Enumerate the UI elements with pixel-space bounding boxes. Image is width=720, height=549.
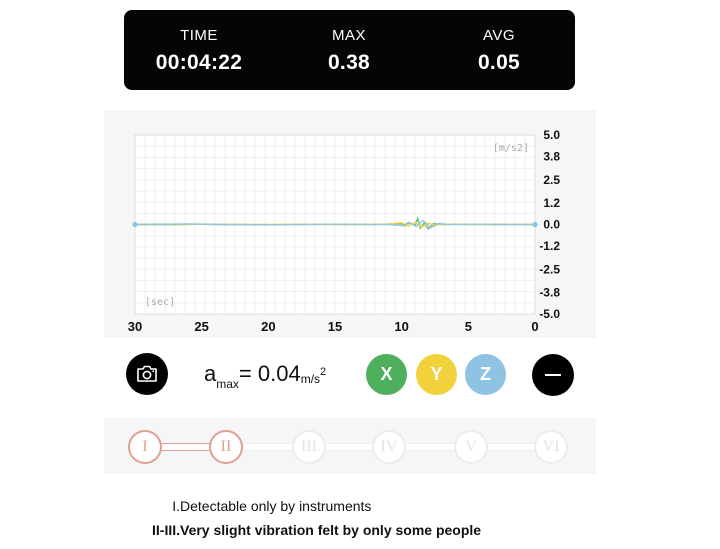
camera-icon: [137, 365, 157, 382]
collapse-button[interactable]: [532, 354, 574, 396]
y-tick-label: -5.0: [539, 307, 560, 321]
stat-label: MAX: [331, 27, 366, 44]
amax-unit-exponent: 2: [320, 366, 327, 378]
description-text: Very slight vibration felt by only some …: [180, 522, 482, 538]
vibration-meter-screen: TIME 00:04:22 MAX 0.38 AVG 0.05 [m/s2] [s…: [104, 0, 596, 549]
x-tick-label: 0: [531, 319, 538, 334]
axis-y-label: Y: [430, 364, 443, 384]
scale-node-label: VI: [542, 438, 560, 455]
y-tick-label: -1.2: [539, 239, 560, 253]
series-start-marker: [132, 221, 138, 228]
scale-node-3[interactable]: III: [292, 430, 326, 464]
scale-node-2[interactable]: II: [209, 430, 243, 464]
scale-node-label: I: [142, 438, 148, 455]
amax-unit: m/s: [300, 372, 321, 386]
intensity-scale: I II III IV V VI: [104, 418, 596, 474]
minus-icon: [545, 374, 561, 376]
x-tick-label: 15: [328, 319, 342, 334]
stat-label: AVG: [482, 27, 516, 44]
vibration-chart: [m/s2] [sec] 5.0 3.8 2.5 1.2 0.0 -1.2 -2.5 -3.8 -5…: [104, 110, 596, 338]
stat-value: 00:04:22: [155, 51, 243, 74]
scale-node-1[interactable]: I: [128, 430, 162, 464]
amax-value: = 0.04: [238, 361, 301, 386]
x-tick-label: 30: [128, 319, 142, 334]
scale-node-label: V: [465, 438, 477, 455]
scale-node-5[interactable]: V: [454, 430, 488, 464]
y-tick-label: 2.5: [543, 173, 560, 187]
scale-node-6[interactable]: VI: [534, 430, 568, 464]
description-text: Detectable only by instruments: [180, 498, 372, 514]
vibration-chart-svg: [m/s2] [sec] 5.0 3.8 2.5 1.2 0.0 -1.2 -2.5 -3.8 -5…: [128, 128, 561, 334]
x-tick-label: 25: [194, 319, 208, 334]
axis-y-toggle[interactable]: Y: [416, 354, 457, 395]
scale-node-label: II: [220, 438, 232, 455]
camera-button[interactable]: [126, 353, 168, 395]
scale-node-4[interactable]: IV: [372, 430, 406, 464]
y-tick-label: 0.0: [543, 218, 560, 232]
y-tick-label: -2.5: [539, 262, 560, 276]
y-tick-label: 5.0: [543, 128, 560, 142]
stat-value: 0.05: [477, 51, 521, 74]
amax-letter: a: [204, 361, 217, 386]
y-tick-label: -3.8: [539, 286, 560, 300]
y-axis-unit-label: [m/s2]: [493, 143, 529, 154]
axis-z-toggle[interactable]: Z: [465, 354, 506, 395]
amax-subscript: max: [216, 377, 239, 391]
stat-value: 0.38: [327, 51, 371, 74]
x-tick-label: 10: [394, 319, 408, 334]
y-tick-label: 3.8: [543, 149, 560, 163]
amax-readout: amax= 0.04m/s2: [204, 361, 326, 391]
x-tick-label: 5: [465, 319, 472, 334]
y-tick-label: 1.2: [543, 196, 560, 210]
axis-x-label: X: [380, 364, 393, 384]
series-end-marker: [532, 221, 538, 228]
controls-row: amax= 0.04m/s2 X Y Z: [104, 345, 596, 405]
axis-z-label: Z: [480, 364, 491, 384]
stats-panel: TIME 00:04:22 MAX 0.38 AVG 0.05: [124, 10, 575, 90]
axis-x-toggle[interactable]: X: [366, 354, 407, 395]
stat-label: TIME: [180, 27, 218, 44]
x-axis-unit-label: [sec]: [145, 297, 175, 308]
scale-node-label: IV: [380, 438, 398, 455]
description-number: II-III.: [152, 522, 180, 538]
scale-node-label: III: [301, 438, 317, 455]
x-tick-label: 20: [261, 319, 275, 334]
description-number: I.: [172, 498, 180, 514]
